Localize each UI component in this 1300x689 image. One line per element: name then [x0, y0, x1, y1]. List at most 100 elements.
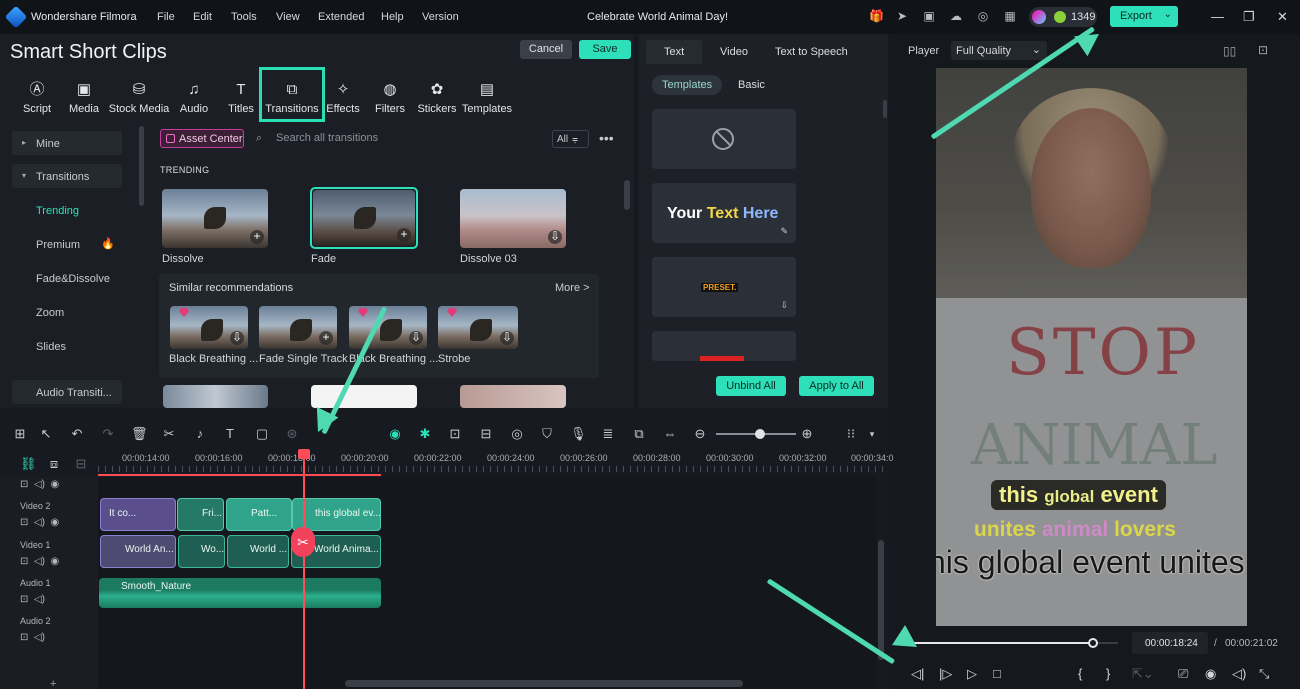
minimize-icon[interactable]: —	[1211, 9, 1224, 24]
ai-tool-icon[interactable]: ⊛	[284, 426, 300, 442]
track-manage-icon[interactable]: ⊟	[73, 456, 89, 472]
thumb-fade-single-track[interactable]: +	[259, 306, 337, 349]
split-scissors-marker-icon[interactable]: ✂	[291, 527, 315, 557]
display-icon[interactable]: ⎚	[1178, 666, 1188, 682]
compare-view-icon[interactable]: ▯▯	[1223, 44, 1236, 58]
mark-out-icon[interactable]: }	[1106, 666, 1110, 681]
chevron-down-icon[interactable]: ⌄	[1164, 9, 1172, 20]
text-clip[interactable]: Patt...	[226, 498, 292, 531]
menu-file[interactable]: File	[157, 11, 175, 23]
microphone-icon[interactable]: 🎙	[570, 426, 587, 442]
play-icon[interactable]: ▷	[967, 666, 977, 682]
next-frame-icon[interactable]: |▷	[939, 666, 952, 682]
add-icon[interactable]: +	[319, 331, 333, 345]
zoom-in-icon[interactable]: ⊕	[799, 426, 815, 442]
snapshot-icon[interactable]: ◉	[1205, 666, 1216, 682]
split-scissors-icon[interactable]: ✂	[161, 426, 177, 442]
playhead-line[interactable]	[303, 452, 305, 689]
tool-stock-media[interactable]: ⛁ Stock Media	[108, 80, 170, 120]
current-time[interactable]: 00:00:18:24	[1132, 632, 1208, 654]
quality-select[interactable]: Full Quality ⌄	[951, 41, 1047, 60]
tool-effects[interactable]: ✧ Effects	[319, 80, 367, 120]
add-icon[interactable]: +	[50, 678, 56, 689]
track-controls[interactable]: ⊡ ◁)	[20, 632, 45, 643]
credits-badge[interactable]: 1349	[1029, 7, 1097, 27]
tool-titles[interactable]: T Titles	[217, 80, 265, 120]
thumb-black-breathing-2[interactable]: ⇩	[349, 306, 427, 349]
layout-icon[interactable]: ⊞	[12, 426, 28, 442]
tool-script[interactable]: Ⓐ Script	[13, 80, 61, 120]
volume-icon[interactable]: ◁)	[1232, 666, 1246, 682]
text-panel-scrollbar[interactable]	[883, 100, 887, 118]
sidebar-item-slides[interactable]: Slides	[12, 334, 122, 358]
track-controls[interactable]: ⊡ ◁) ◉	[20, 479, 59, 490]
menu-edit[interactable]: Edit	[193, 11, 212, 23]
sidebar-item-fade-dissolve[interactable]: Fade&Dissolve	[12, 266, 122, 290]
menu-tools[interactable]: Tools	[231, 11, 257, 23]
effect-icon[interactable]: ⊟	[478, 426, 494, 442]
playback-scrubber[interactable]	[1088, 638, 1098, 648]
video-clip[interactable]: Wo...	[178, 535, 225, 568]
caret-down-icon[interactable]: ▾	[864, 426, 880, 442]
save-button[interactable]: Save	[579, 40, 631, 59]
subtab-basic[interactable]: Basic	[728, 75, 775, 95]
sidebar-item-zoom[interactable]: Zoom	[12, 300, 122, 324]
crop-icon[interactable]: ▢	[254, 426, 270, 442]
thumb-dissolve-03[interactable]: ⇩	[460, 189, 566, 248]
add-icon[interactable]: +	[250, 230, 264, 244]
edit-icon[interactable]: ✎	[780, 226, 788, 237]
send-icon[interactable]: ➤	[895, 9, 909, 23]
template-none[interactable]	[652, 109, 796, 169]
sidebar-scrollbar[interactable]	[139, 126, 144, 206]
apply-to-all-button[interactable]: Apply to All	[799, 376, 874, 396]
video-clip[interactable]: World An...	[100, 535, 176, 568]
sidebar-item-mine[interactable]: ▸ Mine	[12, 131, 122, 155]
download-icon[interactable]: ⇩	[409, 331, 423, 345]
mosaic-icon[interactable]: ⊡	[447, 426, 463, 442]
video-clip[interactable]: World ...	[227, 535, 289, 568]
menu-help[interactable]: Help	[381, 11, 404, 23]
thumb-partial-1[interactable]	[163, 385, 268, 408]
tab-text[interactable]: Text	[646, 40, 703, 64]
timeline-hscroll[interactable]	[345, 680, 743, 687]
auto-highlight-icon[interactable]: ◉	[387, 426, 403, 442]
export-button[interactable]: Export ⌄	[1110, 6, 1178, 27]
tab-video[interactable]: Video	[720, 46, 748, 58]
tool-transitions[interactable]: ⧉ Transitions	[259, 67, 325, 122]
audio-clip[interactable]: Smooth_Nature	[99, 578, 381, 608]
fullscreen-icon[interactable]: ⤡	[1259, 666, 1269, 682]
text-clip[interactable]: this global ev...	[292, 498, 381, 531]
download-icon[interactable]: ⇩	[230, 331, 244, 345]
menu-extended[interactable]: Extended	[318, 11, 364, 23]
filter-dropdown[interactable]: All ⩦	[552, 130, 589, 148]
close-icon[interactable]: ✕	[1277, 9, 1288, 25]
sidebar-item-audio-transitions[interactable]: Audio Transiti...	[12, 380, 122, 404]
view-options-icon[interactable]: ⁝⁝	[843, 426, 859, 442]
pip-icon[interactable]: ⧉	[631, 426, 647, 442]
inbox-icon[interactable]: ▣	[922, 9, 936, 23]
thumb-partial-3[interactable]	[460, 385, 566, 408]
tab-text-to-speech[interactable]: Text to Speech	[775, 46, 848, 58]
tool-filters[interactable]: ◍ Filters	[366, 80, 414, 120]
thumb-fade[interactable]: +	[313, 190, 415, 246]
download-icon[interactable]: ⇩	[780, 300, 788, 311]
prev-frame-icon[interactable]: ◁|	[911, 666, 924, 682]
shield-icon[interactable]: ⛉	[539, 426, 555, 442]
sidebar-item-premium[interactable]: Premium 🔥	[12, 232, 122, 256]
unbind-all-button[interactable]: Unbind All	[716, 376, 786, 396]
text-tool-icon[interactable]: T	[222, 426, 238, 442]
template-preset[interactable]: PRESET. ⇩	[652, 257, 796, 317]
add-icon[interactable]: +	[397, 228, 411, 242]
cloud-upload-icon[interactable]: ☁	[949, 9, 963, 23]
insert-icon[interactable]: ⇱⌄	[1132, 666, 1154, 682]
stop-icon[interactable]: □	[993, 666, 1001, 681]
download-icon[interactable]: ⇩	[500, 331, 514, 345]
sidebar-item-transitions[interactable]: ▾ Transitions	[12, 164, 122, 188]
sidebar-item-trending[interactable]: Trending	[12, 198, 122, 222]
template-partial[interactable]	[652, 331, 796, 361]
thumb-black-breathing[interactable]: ⇩	[170, 306, 248, 349]
redo-icon[interactable]: ↷	[100, 426, 116, 442]
track-controls[interactable]: ⊡ ◁) ◉	[20, 517, 59, 528]
delete-icon[interactable]: 🗑	[131, 426, 148, 442]
undo-icon[interactable]: ↶	[69, 426, 85, 442]
